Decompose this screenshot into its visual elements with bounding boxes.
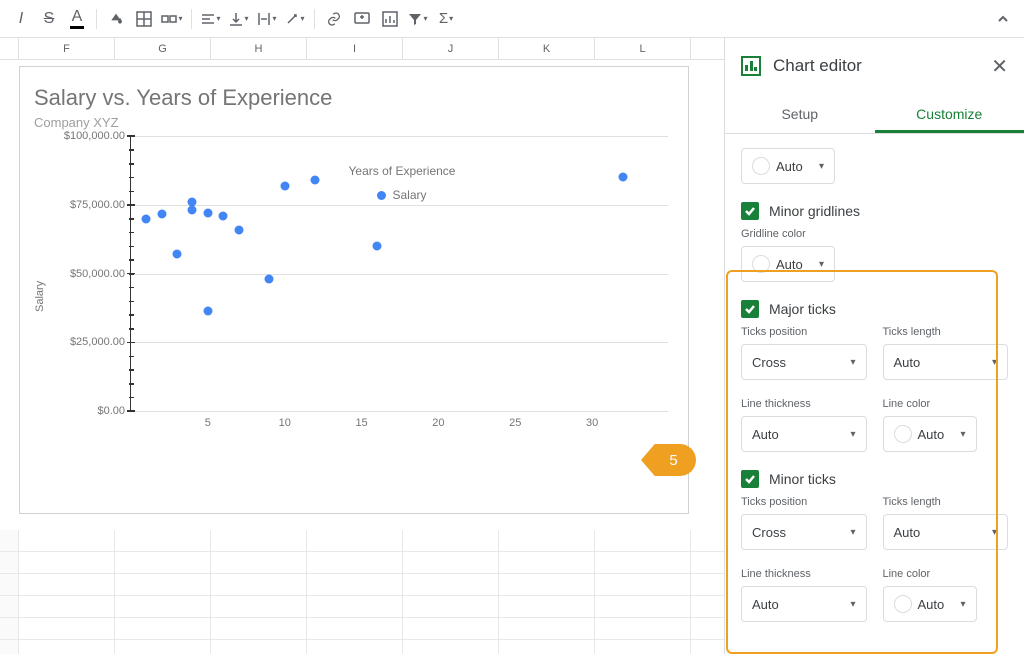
fill-color-button[interactable] [103, 6, 129, 32]
vertical-align-button[interactable]: ▾ [226, 6, 252, 32]
major-ticks-checkbox[interactable] [741, 300, 759, 318]
col-header[interactable]: F [19, 38, 115, 59]
sidebar-title: Chart editor [773, 56, 991, 76]
minor-ticks-position-dropdown[interactable]: Cross▾ [741, 514, 867, 550]
data-point [372, 242, 381, 251]
y-tick-label: $0.00 [50, 405, 125, 417]
data-point [280, 181, 289, 190]
functions-button[interactable]: Σ▾ [433, 6, 459, 32]
strikethrough-button[interactable]: S [36, 6, 62, 32]
formatting-toolbar: I S A ▾ ▾ ▾ ▾ ▾ ▾ Σ▾ [0, 0, 1024, 38]
chart-object[interactable]: Salary vs. Years of Experience Company X… [19, 66, 689, 514]
spreadsheet-area[interactable]: F G H I J K L Salary vs. Years of Experi… [0, 38, 724, 654]
plot-area: 51015202530 [130, 136, 668, 411]
x-tick-label: 5 [205, 417, 211, 429]
gridline-auto-dropdown[interactable]: Auto▾ [741, 148, 835, 184]
minor-ticks-label: Minor ticks [769, 471, 836, 487]
major-ticks-position-dropdown[interactable]: Cross▾ [741, 344, 867, 380]
gridline-color-label: Gridline color [741, 228, 1008, 240]
text-wrap-button[interactable]: ▾ [254, 6, 280, 32]
minor-line-thickness-dropdown[interactable]: Auto▾ [741, 586, 867, 622]
borders-button[interactable] [131, 6, 157, 32]
col-header[interactable]: J [403, 38, 499, 59]
data-point [188, 206, 197, 215]
x-tick-label: 15 [355, 417, 367, 429]
horizontal-align-button[interactable]: ▾ [198, 6, 224, 32]
x-tick-label: 10 [279, 417, 291, 429]
data-point [311, 176, 320, 185]
y-tick-label: $75,000.00 [50, 199, 125, 211]
close-sidebar-button[interactable]: ✕ [991, 54, 1008, 79]
tab-setup[interactable]: Setup [725, 94, 875, 133]
text-rotation-button[interactable]: ▾ [282, 6, 308, 32]
major-ticks-label: Major ticks [769, 301, 836, 317]
col-header[interactable]: L [595, 38, 691, 59]
data-point [188, 198, 197, 207]
minor-ticks-length-dropdown[interactable]: Auto▾ [883, 514, 1009, 550]
y-tick-label: $100,000.00 [50, 130, 125, 142]
data-point [234, 225, 243, 234]
col-header[interactable]: G [115, 38, 211, 59]
chart-editor-sidebar: Chart editor ✕ Setup Customize Auto▾ Min… [724, 38, 1024, 654]
x-tick-label: 20 [432, 417, 444, 429]
chart-subtitle: Company XYZ [34, 115, 674, 130]
filter-button[interactable]: ▾ [405, 6, 431, 32]
column-headers: F G H I J K L [0, 38, 724, 60]
y-tick-label: $25,000.00 [50, 336, 125, 348]
data-point [142, 214, 151, 223]
minor-line-color-dropdown[interactable]: Auto▾ [883, 586, 977, 622]
data-point [265, 275, 274, 284]
collapse-toolbar-button[interactable] [990, 6, 1016, 32]
chart-title: Salary vs. Years of Experience [34, 85, 674, 111]
x-tick-label: 25 [509, 417, 521, 429]
text-color-button[interactable]: A [64, 6, 90, 32]
data-point [157, 210, 166, 219]
data-point [173, 250, 182, 259]
x-tick-label: 30 [586, 417, 598, 429]
data-point [219, 211, 228, 220]
merge-cells-button[interactable]: ▾ [159, 6, 185, 32]
insert-comment-button[interactable] [349, 6, 375, 32]
col-header[interactable]: I [307, 38, 403, 59]
tab-customize[interactable]: Customize [875, 94, 1024, 133]
major-ticks-length-dropdown[interactable]: Auto▾ [883, 344, 1009, 380]
major-line-thickness-dropdown[interactable]: Auto▾ [741, 416, 867, 452]
insert-chart-button[interactable] [377, 6, 403, 32]
col-header[interactable]: H [211, 38, 307, 59]
col-header[interactable]: K [499, 38, 595, 59]
italic-button[interactable]: I [8, 6, 34, 32]
chart-editor-icon [741, 56, 761, 76]
insert-link-button[interactable] [321, 6, 347, 32]
minor-gridlines-label: Minor gridlines [769, 203, 860, 219]
gridline-color-dropdown[interactable]: Auto▾ [741, 246, 835, 282]
data-point [203, 209, 212, 218]
major-line-color-dropdown[interactable]: Auto▾ [883, 416, 977, 452]
data-point [203, 306, 212, 315]
minor-ticks-checkbox[interactable] [741, 470, 759, 488]
minor-gridlines-checkbox[interactable] [741, 202, 759, 220]
y-tick-label: $50,000.00 [50, 268, 125, 280]
y-axis-label: Salary [34, 136, 46, 456]
data-point [618, 173, 627, 182]
